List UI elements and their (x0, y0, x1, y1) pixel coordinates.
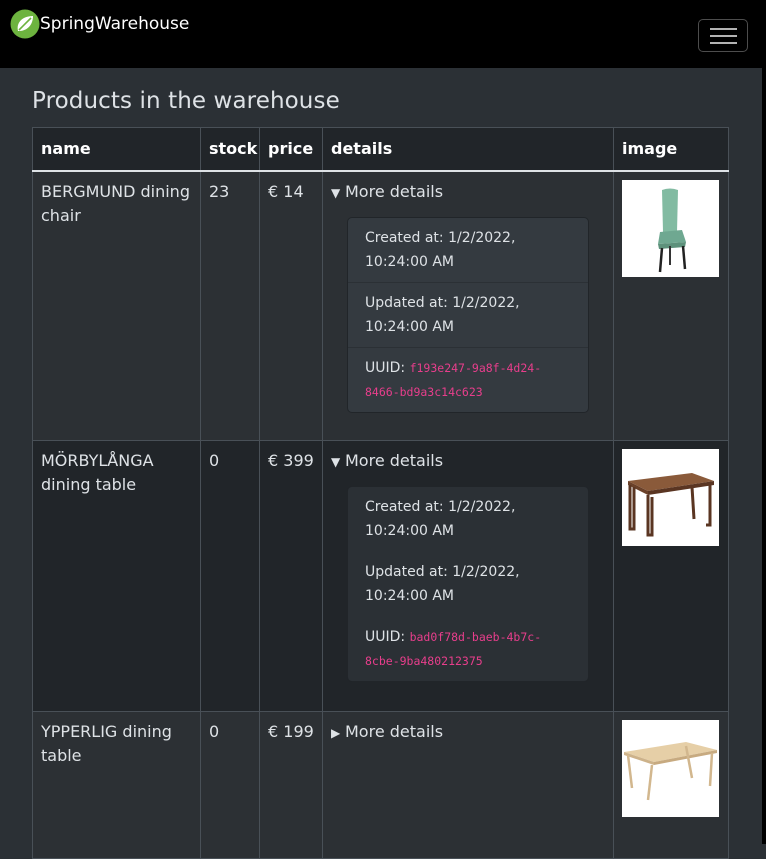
product-stock: 0 (200, 711, 260, 859)
spring-leaf-icon (10, 9, 40, 39)
product-details: ▼ More details Created at: 1/2/2022, 10:2… (322, 170, 614, 441)
brand-link[interactable]: SpringWarehouse (10, 9, 189, 39)
uuid-label: UUID: (365, 629, 410, 645)
caret-down-icon: ▼ (331, 455, 341, 469)
product-stock: 0 (200, 440, 260, 712)
table-row: YPPERLIG dining table 0 € 199 ▶ More deta… (32, 711, 729, 859)
column-header-details: details (322, 127, 614, 172)
more-details-label: More details (345, 182, 444, 201)
column-header-price: price (259, 127, 323, 172)
updated-at: Updated at: 1/2/2022, 10:24:00 AM (348, 552, 588, 617)
table-row: BERGMUND dining chair 23 € 14 ▼ More deta… (32, 170, 729, 441)
details-list: Created at: 1/2/2022, 10:24:00 AM Update… (347, 217, 589, 413)
more-details-toggle[interactable]: ▼ More details (331, 180, 605, 205)
caret-right-icon: ▶ (331, 726, 341, 740)
uuid-item: UUID: f193e247-9a8f-4d24-8466-bd9a3c14c6… (348, 348, 588, 412)
column-header-image: image (613, 127, 729, 172)
product-price: € 14 (259, 170, 323, 441)
uuid-item: UUID: bad0f78d-baeb-4b7c-8cbe-9ba4802123… (348, 617, 588, 681)
wooden-table-icon (622, 449, 719, 546)
table-header-row: name stock price details image (32, 127, 729, 172)
page-title: Products in the warehouse (32, 88, 340, 114)
product-image-cell (613, 711, 729, 859)
product-details: ▶ More details (322, 711, 614, 859)
caret-down-icon: ▼ (331, 186, 341, 200)
created-at: Created at: 1/2/2022, 10:24:00 AM (348, 487, 588, 552)
more-details-label: More details (345, 451, 444, 470)
product-details: ▼ More details Created at: 1/2/2022, 10:2… (322, 440, 614, 712)
product-price: € 199 (259, 711, 323, 859)
column-header-stock: stock (200, 127, 260, 172)
products-table: name stock price details image BERGMUND … (32, 127, 729, 859)
updated-at: Updated at: 1/2/2022, 10:24:00 AM (348, 283, 588, 348)
more-details-label: More details (345, 722, 444, 741)
details-disclosure: ▼ More details Created at: 1/2/2022, 10:2… (331, 180, 605, 413)
details-disclosure: ▼ More details Created at: 1/2/2022, 10:2… (331, 449, 605, 682)
more-details-toggle[interactable]: ▶ More details (331, 720, 605, 745)
details-disclosure: ▶ More details (331, 720, 605, 745)
light-table-icon (622, 720, 719, 817)
product-stock: 23 (200, 170, 260, 441)
window-edge (762, 0, 766, 844)
navbar: SpringWarehouse (0, 0, 766, 68)
column-header-name: name (32, 127, 201, 172)
table-row: MÖRBYLÅNGA dining table 0 € 399 ▼ More de… (32, 440, 729, 712)
uuid-label: UUID: (365, 360, 410, 376)
navbar-toggle-button[interactable] (698, 19, 748, 52)
product-image-cell (613, 440, 729, 712)
hamburger-icon (710, 28, 737, 44)
product-name: YPPERLIG dining table (32, 711, 201, 859)
details-list: Created at: 1/2/2022, 10:24:00 AM Update… (347, 486, 589, 682)
product-name: MÖRBYLÅNGA dining table (32, 440, 201, 712)
product-name: BERGMUND dining chair (32, 170, 201, 441)
created-at: Created at: 1/2/2022, 10:24:00 AM (348, 218, 588, 283)
chair-icon (622, 180, 719, 277)
brand-name: SpringWarehouse (40, 14, 190, 34)
product-price: € 399 (259, 440, 323, 712)
more-details-toggle[interactable]: ▼ More details (331, 449, 605, 474)
product-image-cell (613, 170, 729, 441)
